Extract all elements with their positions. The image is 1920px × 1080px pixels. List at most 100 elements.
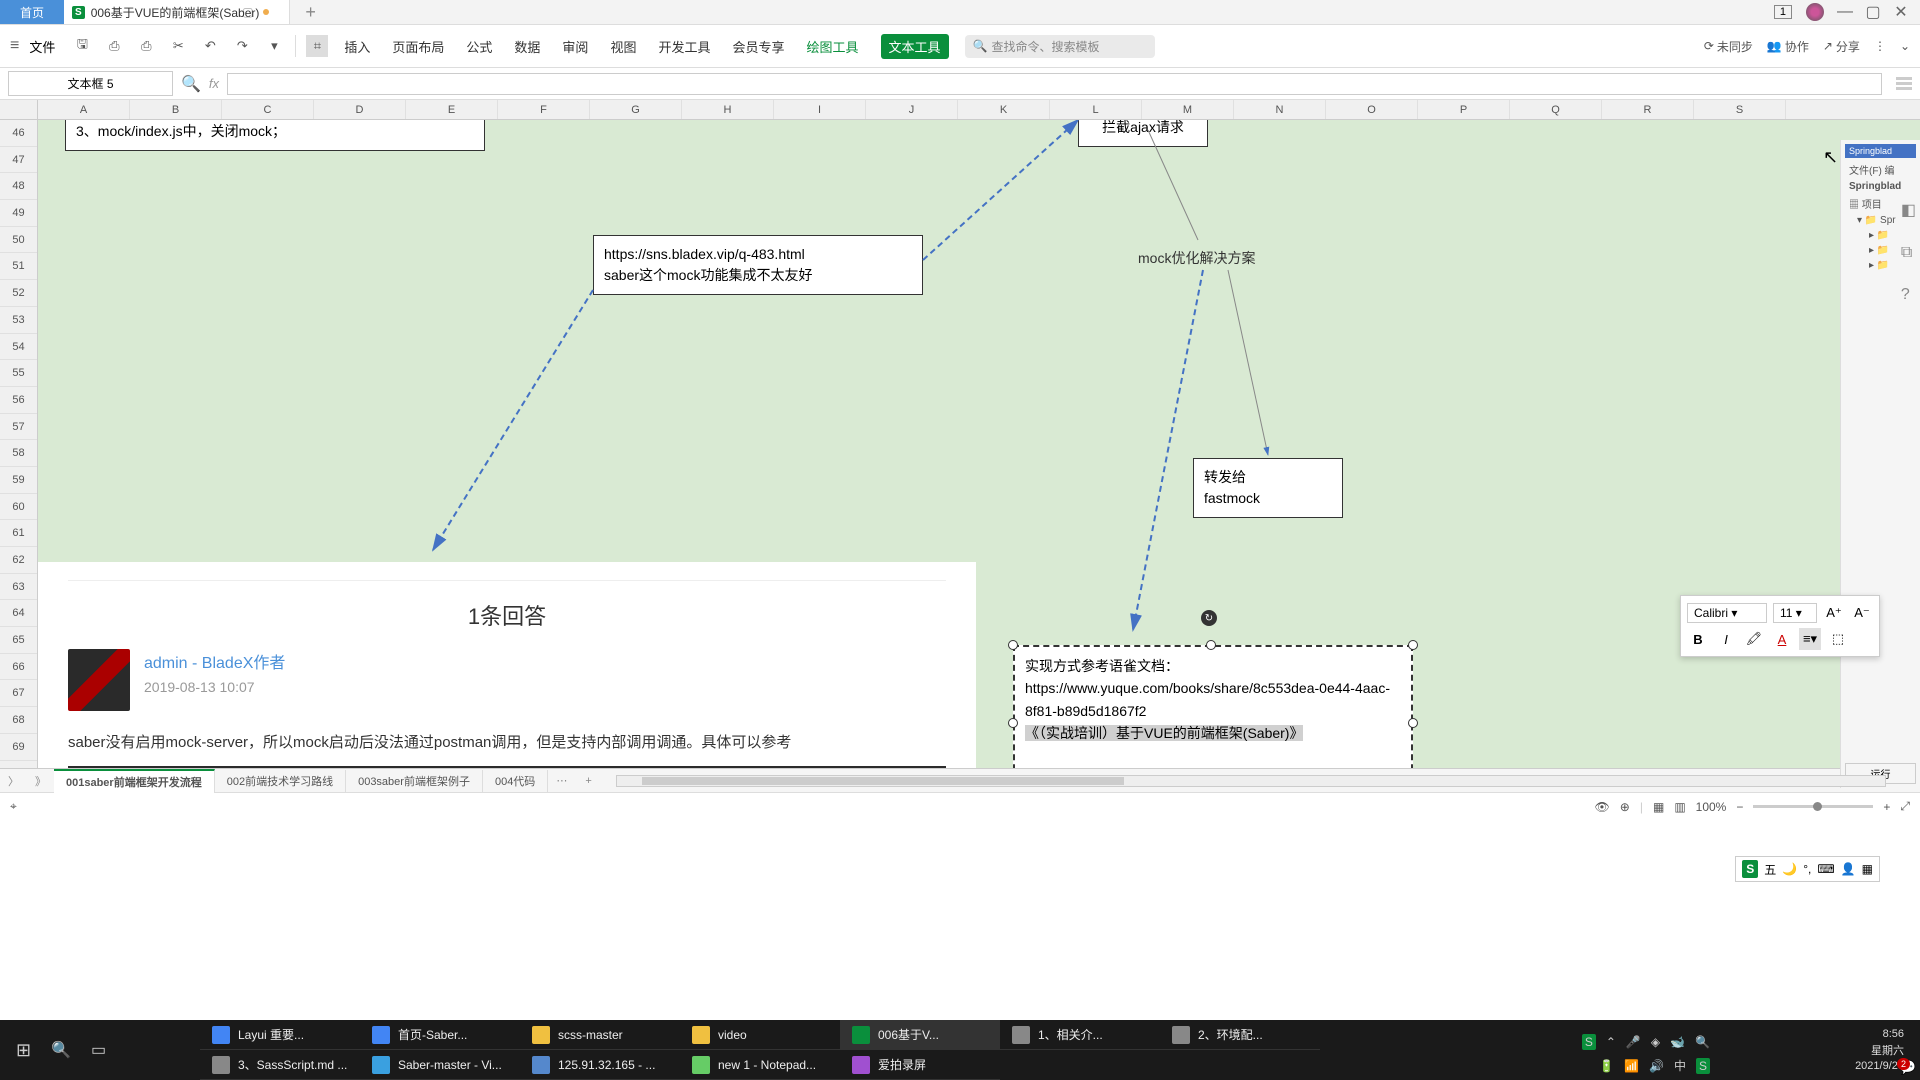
status-mode-icon[interactable]: ⌖	[10, 799, 17, 814]
sheet-more[interactable]: ⋯	[548, 774, 575, 787]
sheet-nav-prev[interactable]: 〉	[0, 773, 27, 789]
sync-status[interactable]: ⟳ 未同步	[1704, 38, 1753, 55]
collapse-ribbon-icon[interactable]: ⌄	[1900, 39, 1910, 53]
row-header[interactable]: 55	[0, 360, 37, 387]
resize-handle[interactable]	[1408, 640, 1418, 650]
col-header[interactable]: L	[1050, 100, 1142, 119]
sheet-nav-last[interactable]: 》	[27, 773, 54, 789]
add-sheet-button[interactable]: +	[575, 775, 601, 787]
col-header[interactable]: G	[590, 100, 682, 119]
format-painter-icon[interactable]: ⌗	[306, 35, 328, 57]
panel-menu[interactable]: 文件(F) 编	[1845, 160, 1916, 179]
note-box-ajax[interactable]: 拦截ajax请求	[1078, 120, 1208, 147]
taskbar-item[interactable]: 首页-Saber...	[360, 1020, 520, 1050]
new-tab-button[interactable]: +	[290, 2, 331, 23]
col-header[interactable]: K	[958, 100, 1050, 119]
spreadsheet-canvas[interactable]: false; 2、把devServer替换成nginx; 3、mock/inde…	[38, 120, 1920, 768]
side-help-icon[interactable]: ?	[1901, 286, 1916, 304]
row-header[interactable]: 68	[0, 707, 37, 734]
command-search-input[interactable]: 🔍 查找命令、搜索模板	[965, 35, 1155, 58]
embedded-forum-image[interactable]: 1条回答 admin - BladeX作者 2019-08-13 10:07 s…	[38, 562, 976, 768]
floating-font-toolbar[interactable]: Calibri ▾ 11 ▾ A⁺ A⁻ B I 🖍 A ≡▾ ⬚	[1680, 595, 1880, 657]
row-header[interactable]: 52	[0, 280, 37, 307]
taskbar-item[interactable]: Saber-master - Vi...	[360, 1050, 520, 1080]
resize-handle[interactable]	[1408, 718, 1418, 728]
row-header[interactable]: 67	[0, 680, 37, 707]
notification-icon[interactable]: 💬2	[1899, 1059, 1916, 1076]
col-header[interactable]: J	[866, 100, 958, 119]
highlight-button[interactable]: 🖍	[1743, 628, 1765, 650]
print-preview-icon[interactable]: ⎙	[103, 35, 125, 57]
row-header[interactable]: 65	[0, 627, 37, 654]
tab-home[interactable]: 首页	[0, 0, 64, 24]
resize-handle[interactable]	[1008, 718, 1018, 728]
dropdown-icon[interactable]: ▾	[263, 35, 285, 57]
row-header[interactable]: 50	[0, 227, 37, 254]
tray-cube-icon[interactable]: ◈	[1651, 1035, 1660, 1049]
sheet-tab[interactable]: 002前端技术学习路线	[215, 770, 346, 792]
ime-lang[interactable]: 中	[1674, 1057, 1686, 1074]
tray-docker-icon[interactable]: 🐋	[1670, 1035, 1685, 1049]
tray-battery-icon[interactable]: 🔋	[1599, 1059, 1614, 1073]
col-header[interactable]: Q	[1510, 100, 1602, 119]
row-header[interactable]: 69	[0, 734, 37, 761]
name-box[interactable]: 文本框 5	[8, 71, 173, 96]
taskbar-item[interactable]: 1、相关介...	[1000, 1020, 1160, 1050]
more-icon[interactable]: ⋮	[1874, 39, 1886, 53]
zoom-out-button[interactable]: −	[1736, 800, 1743, 814]
minimize-button[interactable]: —	[1838, 5, 1852, 19]
col-header[interactable]: E	[406, 100, 498, 119]
ime-punct-icon[interactable]: °,	[1803, 862, 1811, 876]
rotate-handle-icon[interactable]: ↻	[1201, 610, 1217, 626]
ime-grid-icon[interactable]: ▦	[1862, 862, 1873, 876]
row-header[interactable]: 61	[0, 520, 37, 547]
row-header[interactable]: 46	[0, 120, 37, 147]
taskbar-item[interactable]: scss-master	[520, 1020, 680, 1050]
ime-mode[interactable]: 五	[1764, 861, 1776, 878]
center-icon[interactable]: ⊕	[1620, 800, 1630, 814]
taskbar-item[interactable]: Layui 重要...	[200, 1020, 360, 1050]
eye-icon[interactable]: 👁	[1595, 800, 1610, 814]
row-header[interactable]: 58	[0, 440, 37, 467]
row-header[interactable]: 47	[0, 147, 37, 174]
select-all-corner[interactable]	[0, 100, 38, 119]
save-icon[interactable]: 🖫	[71, 35, 93, 57]
row-header[interactable]: 62	[0, 547, 37, 574]
fx-icon[interactable]: fx	[209, 76, 219, 91]
tray-mic-icon[interactable]: 🎤	[1626, 1035, 1641, 1049]
user-avatar[interactable]	[1806, 3, 1824, 21]
menu-dev-tools[interactable]: 开发工具	[658, 37, 710, 56]
col-header[interactable]: M	[1142, 100, 1234, 119]
zoom-in-button[interactable]: +	[1883, 800, 1890, 814]
undo-icon[interactable]: ↶	[199, 35, 221, 57]
paint-button[interactable]: ⬚	[1827, 628, 1849, 650]
ime-s-tray-icon[interactable]: S	[1582, 1034, 1596, 1050]
tray-search-icon[interactable]: 🔍	[1695, 1035, 1710, 1049]
side-toolbox-icon[interactable]: ◧	[1901, 200, 1916, 220]
align-button[interactable]: ≡▾	[1799, 628, 1821, 650]
cut-icon[interactable]: ✂	[167, 35, 189, 57]
tray-volume-icon[interactable]: 🔊	[1649, 1059, 1664, 1073]
search-button[interactable]: 🔍	[51, 1040, 71, 1060]
side-layers-icon[interactable]: ⧉	[1901, 244, 1916, 262]
font-family-select[interactable]: Calibri ▾	[1687, 603, 1767, 623]
sheet-tab-active[interactable]: 001saber前端框架开发流程	[54, 769, 215, 793]
zoom-slider[interactable]	[1753, 805, 1873, 808]
col-header[interactable]: P	[1418, 100, 1510, 119]
font-decrease-icon[interactable]: A⁻	[1851, 602, 1873, 624]
horizontal-scrollbar[interactable]	[616, 775, 1886, 787]
row-header[interactable]: 49	[0, 200, 37, 227]
redo-icon[interactable]: ↷	[231, 35, 253, 57]
col-header[interactable]: A	[38, 100, 130, 119]
col-header[interactable]: R	[1602, 100, 1694, 119]
ime-toolbar[interactable]: S 五 🌙 °, ⌨ 👤 ▦	[1735, 856, 1880, 882]
taskbar-item[interactable]: video	[680, 1020, 840, 1050]
resize-handle[interactable]	[1206, 640, 1216, 650]
tab-document[interactable]: S 006基于VUE的前端框架(Saber) ▢	[64, 0, 290, 24]
print-icon[interactable]: ⎙	[135, 35, 157, 57]
sheet-tab[interactable]: 003saber前端框架例子	[346, 770, 483, 792]
sheet-tab[interactable]: 004代码	[483, 770, 548, 792]
file-menu[interactable]: 文件	[29, 37, 55, 56]
row-header[interactable]: 54	[0, 334, 37, 361]
selected-textbox-yuque[interactable]: 实现方式参考语雀文档： https://www.yuque.com/books/…	[1013, 645, 1413, 768]
